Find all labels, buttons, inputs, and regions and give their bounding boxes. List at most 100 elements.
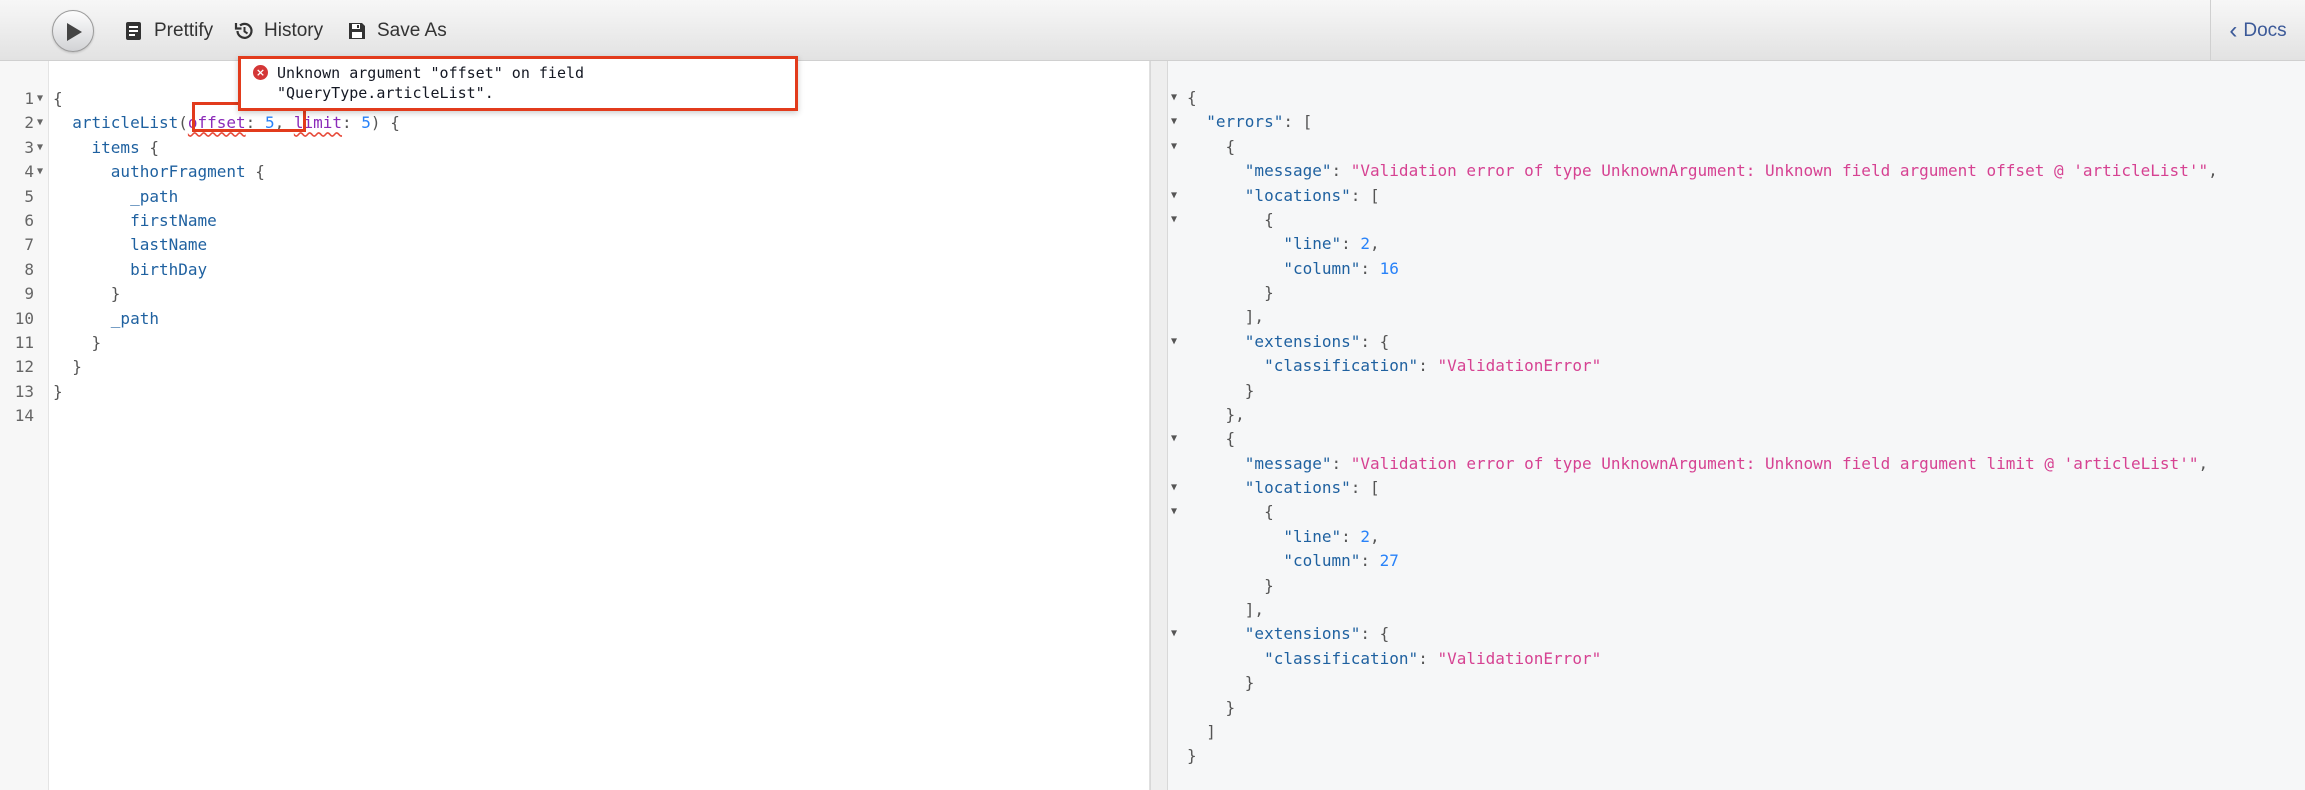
line-number: 1 bbox=[24, 89, 34, 108]
result-token: "classification" bbox=[1264, 356, 1419, 376]
code-token: : bbox=[342, 113, 362, 133]
result-token: "column" bbox=[1283, 551, 1361, 571]
result-text: { bbox=[1187, 208, 1274, 232]
code-token: _path bbox=[130, 186, 179, 206]
fold-arrow-icon[interactable]: ▼ bbox=[37, 87, 43, 111]
save-as-button[interactable]: Save As bbox=[346, 16, 447, 46]
result-token: 27 bbox=[1379, 551, 1399, 571]
result-token: "extensions" bbox=[1244, 624, 1361, 644]
document-icon bbox=[123, 20, 145, 42]
fold-arrow-icon[interactable]: ▼ bbox=[1171, 86, 1177, 110]
fold-arrow-icon[interactable]: ▼ bbox=[37, 136, 43, 160]
prettify-button[interactable]: Prettify bbox=[123, 16, 213, 46]
code-text: } bbox=[53, 282, 121, 306]
result-text: "column": 16 bbox=[1187, 257, 1399, 281]
code-text: birthDay bbox=[53, 258, 207, 282]
fold-arrow-icon[interactable]: ▼ bbox=[1171, 500, 1177, 524]
fold-arrow-icon[interactable]: ▼ bbox=[1171, 427, 1177, 451]
line-number: 9 bbox=[24, 284, 34, 304]
result-token bbox=[1187, 186, 1245, 205]
line-number: 3 bbox=[24, 137, 34, 157]
result-token: "line" bbox=[1283, 526, 1342, 546]
result-text: { bbox=[1187, 427, 1236, 451]
fold-arrow-icon[interactable]: ▼ bbox=[37, 160, 43, 184]
code-text: lastName bbox=[53, 233, 207, 257]
result-token: } bbox=[1187, 575, 1274, 595]
result-text: } bbox=[1187, 696, 1236, 720]
result-token: : [ bbox=[1350, 185, 1380, 205]
code-token: firstName bbox=[130, 211, 217, 230]
error-icon: × bbox=[253, 65, 268, 80]
result-token: { bbox=[1187, 502, 1274, 522]
code-token: birthDay bbox=[130, 259, 208, 279]
result-token: , bbox=[2198, 453, 2209, 473]
result-token bbox=[1187, 356, 1264, 375]
history-label: History bbox=[264, 20, 324, 41]
result-token: { bbox=[1187, 88, 1197, 107]
result-token: "message" bbox=[1244, 453, 1332, 473]
code-text: } bbox=[53, 380, 63, 404]
fold-arrow-icon[interactable]: ▼ bbox=[1171, 476, 1177, 500]
result-token bbox=[1187, 624, 1245, 643]
result-token: ], bbox=[1187, 599, 1265, 619]
code-token: } bbox=[53, 381, 63, 401]
fold-arrow-icon[interactable]: ▼ bbox=[1171, 135, 1177, 159]
history-icon bbox=[233, 20, 255, 42]
result-text: ], bbox=[1187, 598, 1264, 622]
result-token: "ValidationError" bbox=[1437, 648, 1602, 668]
result-token bbox=[1187, 259, 1283, 278]
result-text: { bbox=[1187, 500, 1274, 524]
result-token: ] bbox=[1187, 721, 1216, 741]
result-text: } bbox=[1187, 744, 1197, 768]
result-token: } bbox=[1187, 697, 1236, 717]
pane-resize-handle[interactable] bbox=[1150, 61, 1168, 790]
execute-query-button[interactable] bbox=[52, 10, 94, 52]
result-token bbox=[1187, 234, 1283, 253]
result-token: , bbox=[1370, 234, 1380, 254]
code-token: articleList bbox=[72, 113, 179, 133]
docs-button[interactable]: ‹ Docs bbox=[2210, 0, 2305, 61]
line-number: 2 bbox=[24, 113, 34, 133]
code-token: ( bbox=[178, 113, 188, 133]
fold-arrow-icon[interactable]: ▼ bbox=[1171, 184, 1177, 208]
docs-label: Docs bbox=[2243, 19, 2287, 41]
fold-arrow-icon[interactable]: ▼ bbox=[1171, 622, 1177, 646]
fold-arrow-icon[interactable]: ▼ bbox=[1171, 330, 1177, 354]
fold-arrow-icon[interactable]: ▼ bbox=[1171, 110, 1177, 134]
code-token: authorFragment bbox=[110, 162, 246, 182]
fold-arrow-icon[interactable]: ▼ bbox=[37, 111, 43, 135]
line-number: 12 bbox=[14, 357, 34, 377]
code-text: } bbox=[53, 355, 82, 379]
result-token bbox=[1187, 332, 1245, 351]
fold-arrow-icon[interactable]: ▼ bbox=[1171, 208, 1177, 232]
result-token bbox=[1187, 161, 1245, 180]
save-icon bbox=[346, 20, 368, 42]
result-token: 16 bbox=[1379, 258, 1399, 278]
result-token: "column" bbox=[1283, 258, 1361, 278]
result-token: 2 bbox=[1360, 526, 1371, 546]
history-button[interactable]: History bbox=[233, 16, 323, 46]
result-text: "locations": [ bbox=[1187, 184, 1380, 208]
code-token: } bbox=[91, 333, 102, 352]
result-text: "message": "Validation error of type Unk… bbox=[1187, 159, 2218, 183]
line-number: 7 bbox=[24, 235, 34, 255]
result-text: "line": 2, bbox=[1187, 232, 1380, 256]
line-number: 4 bbox=[24, 162, 34, 182]
result-token: "extensions" bbox=[1244, 331, 1361, 351]
result-token: : bbox=[1418, 648, 1438, 668]
code-token: items bbox=[91, 137, 140, 157]
result-token bbox=[1187, 478, 1245, 497]
result-token: "classification" bbox=[1264, 648, 1419, 668]
save-as-label: Save As bbox=[377, 20, 447, 41]
result-token: : bbox=[1341, 234, 1361, 254]
code-text: } bbox=[53, 331, 102, 355]
result-token: 2 bbox=[1360, 234, 1371, 254]
query-editor[interactable]: 1 ▼{2 ▼ articleList(offset: 5, limit: 5) {… bbox=[0, 61, 1150, 790]
